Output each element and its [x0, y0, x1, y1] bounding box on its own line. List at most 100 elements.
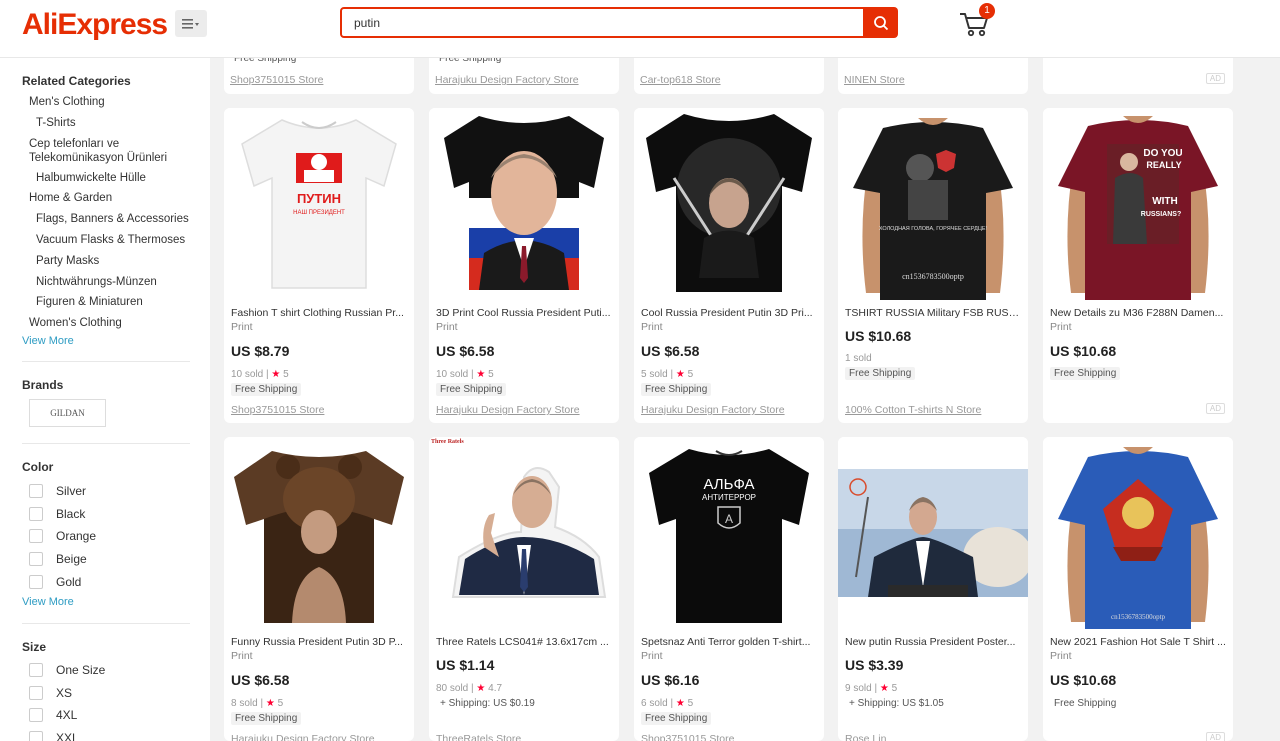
tshirt-3d-flag-image	[429, 108, 619, 300]
store-link[interactable]: Harajuku Design Factory Store	[436, 404, 580, 416]
category-item[interactable]: Flags, Banners & Accessories	[22, 209, 190, 230]
product-image[interactable]: Three Ratels	[429, 437, 619, 629]
product-title[interactable]: New 2021 Fashion Hot Sale T Shirt ...	[1050, 636, 1228, 648]
product-image[interactable]: ХОЛОДНАЯ ГОЛОВА, ГОРЯЧЕЕ СЕРДЦЕ! cn15367…	[838, 108, 1028, 300]
checkbox[interactable]	[29, 552, 43, 567]
checkbox[interactable]	[29, 506, 43, 521]
product-card[interactable]: Three Ratels Three Ratels LCS041# 13.6x1…	[429, 437, 619, 741]
category-item[interactable]: Party Masks	[22, 251, 190, 272]
product-card[interactable]: cn1536783500optp New 2021 Fashion Hot Sa…	[1043, 437, 1233, 741]
product-title[interactable]: 3D Print Cool Russia President Puti...	[436, 307, 614, 319]
shipping-tag: Free Shipping	[436, 383, 507, 396]
product-title[interactable]: Cool Russia President Putin 3D Pri...	[641, 307, 819, 319]
checkbox[interactable]	[29, 484, 43, 499]
product-image[interactable]	[224, 437, 414, 629]
sold-count: 9 sold	[845, 683, 872, 694]
colors-view-more-link[interactable]: View More	[22, 596, 190, 608]
shipping-tag: Free Shipping	[641, 712, 712, 725]
product-image[interactable]: АЛЬФА АНТИТЕРРОР A	[634, 437, 824, 629]
product-image[interactable]	[429, 108, 619, 300]
store-link[interactable]: ThreeRatels Store	[436, 733, 521, 741]
product-image[interactable]: ПУТИН НАШ ПРЕЗИДЕНТ	[224, 108, 414, 300]
category-menu-button[interactable]	[175, 10, 207, 37]
store-link[interactable]: Shop3751015 Store	[230, 74, 323, 86]
store-link[interactable]: Harajuku Design Factory Store	[641, 404, 785, 416]
category-item[interactable]: Men's Clothing	[22, 92, 190, 113]
search-icon	[874, 15, 889, 30]
product-image[interactable]: DO YOU REALLY WITH RUSSIANS?	[1043, 108, 1233, 300]
category-item[interactable]: T-Shirts	[22, 113, 190, 134]
checkbox[interactable]	[29, 663, 43, 678]
product-card[interactable]: ПУТИН НАШ ПРЕЗИДЕНТ Fashion T shirt Clot…	[224, 108, 414, 423]
product-card[interactable]: DO YOU REALLY WITH RUSSIANS? New Details…	[1043, 108, 1233, 423]
color-option-orange[interactable]: Orange	[22, 525, 190, 548]
product-price: US $10.68	[845, 328, 912, 344]
categories-view-more-link[interactable]: View More	[22, 335, 190, 347]
brand-gildan-button[interactable]: GILDAN	[29, 398, 106, 427]
product-price: US $6.58	[231, 672, 290, 688]
category-item[interactable]: Nichtwährungs-Münzen	[22, 272, 190, 293]
shipping-tag: Free Shipping	[641, 383, 712, 396]
shipping-tag: Free Shipping	[1054, 698, 1117, 709]
aliexpress-logo[interactable]: AliExpress	[22, 8, 168, 42]
product-card[interactable]: ХОЛОДНАЯ ГОЛОВА, ГОРЯЧЕЕ СЕРДЦЕ! cn15367…	[838, 108, 1028, 423]
sold-count: 10 sold	[436, 369, 469, 380]
tshirt-alfa-image: АЛЬФА АНТИТЕРРОР A	[634, 437, 824, 629]
product-title[interactable]: TSHIRT RUSSIA Military FSB RUSSI...	[845, 307, 1023, 319]
size-label: 4XL	[56, 708, 78, 723]
color-option-black[interactable]: Black	[22, 503, 190, 526]
sold-count: 8 sold	[231, 698, 258, 709]
color-option-silver[interactable]: Silver	[22, 480, 190, 503]
size-option[interactable]: 4XL	[22, 704, 190, 727]
category-item[interactable]: Halbumwickelte Hülle	[22, 168, 190, 189]
product-card[interactable]: АЛЬФА АНТИТЕРРОР A Spetsnaz Anti Terror …	[634, 437, 824, 741]
product-title[interactable]: New putin Russia President Poster...	[845, 636, 1023, 648]
store-link[interactable]: Harajuku Design Factory Store	[435, 74, 579, 86]
shipping-tag: Free Shipping	[231, 383, 302, 396]
product-image[interactable]	[634, 108, 824, 300]
product-title[interactable]: Funny Russia President Putin 3D P...	[231, 636, 409, 648]
product-card[interactable]: 3D Print Cool Russia President Puti... P…	[429, 108, 619, 423]
search-button[interactable]	[864, 7, 898, 38]
sold-rating: 5 sold | ★ 5	[641, 369, 694, 380]
checkbox[interactable]	[29, 529, 43, 544]
store-link[interactable]: Shop3751015 Store	[231, 404, 324, 416]
category-item[interactable]: Women's Clothing	[22, 313, 190, 334]
product-card[interactable]: Funny Russia President Putin 3D P... Pri…	[224, 437, 414, 741]
size-option[interactable]: XXL	[22, 727, 190, 741]
checkbox[interactable]	[29, 731, 43, 741]
color-title: Color	[22, 459, 54, 474]
sold-rating: 80 sold | ★ 4.7	[436, 683, 503, 694]
product-title[interactable]: Fashion T shirt Clothing Russian Pr...	[231, 307, 409, 319]
color-option-beige[interactable]: Beige	[22, 548, 190, 571]
category-item[interactable]: Figuren & Miniaturen	[22, 292, 190, 313]
color-label: Gold	[56, 574, 82, 589]
tshirt-black-swords-image	[634, 108, 824, 300]
size-option[interactable]: XS	[22, 682, 190, 705]
store-link[interactable]: Rose Lin	[845, 733, 886, 741]
scrollbar[interactable]	[1265, 58, 1280, 741]
store-link[interactable]: Harajuku Design Factory Store	[231, 733, 375, 741]
product-card[interactable]: Cool Russia President Putin 3D Pri... Pr…	[634, 108, 824, 423]
rating-value: 5	[687, 698, 694, 709]
product-card[interactable]: New putin Russia President Poster... US …	[838, 437, 1028, 741]
checkbox[interactable]	[29, 574, 43, 589]
checkbox[interactable]	[29, 708, 43, 723]
product-image[interactable]: cn1536783500optp	[1043, 437, 1233, 629]
checkbox[interactable]	[29, 685, 43, 700]
product-image[interactable]	[838, 437, 1028, 629]
search-input[interactable]	[340, 7, 865, 38]
product-title[interactable]: Spetsnaz Anti Terror golden T-shirt...	[641, 636, 819, 648]
store-link[interactable]: Shop3751015 Store	[641, 733, 734, 741]
sold-count: 1 sold	[845, 353, 872, 364]
category-item[interactable]: Cep telefonları ve Telekomünikasyon Ürün…	[22, 134, 190, 168]
color-option-gold[interactable]: Gold	[22, 570, 190, 593]
store-link[interactable]: NINEN Store	[844, 74, 905, 86]
product-title[interactable]: Three Ratels LCS041# 13.6x17cm ...	[436, 636, 614, 648]
category-item[interactable]: Home & Garden	[22, 188, 190, 209]
category-item[interactable]: Vacuum Flasks & Thermoses	[22, 230, 190, 251]
store-link[interactable]: Car-top618 Store	[640, 74, 721, 86]
size-option[interactable]: One Size	[22, 659, 190, 682]
product-title[interactable]: New Details zu M36 F288N Damen...	[1050, 307, 1228, 319]
store-link[interactable]: 100% Cotton T-shirts N Store	[845, 404, 981, 416]
